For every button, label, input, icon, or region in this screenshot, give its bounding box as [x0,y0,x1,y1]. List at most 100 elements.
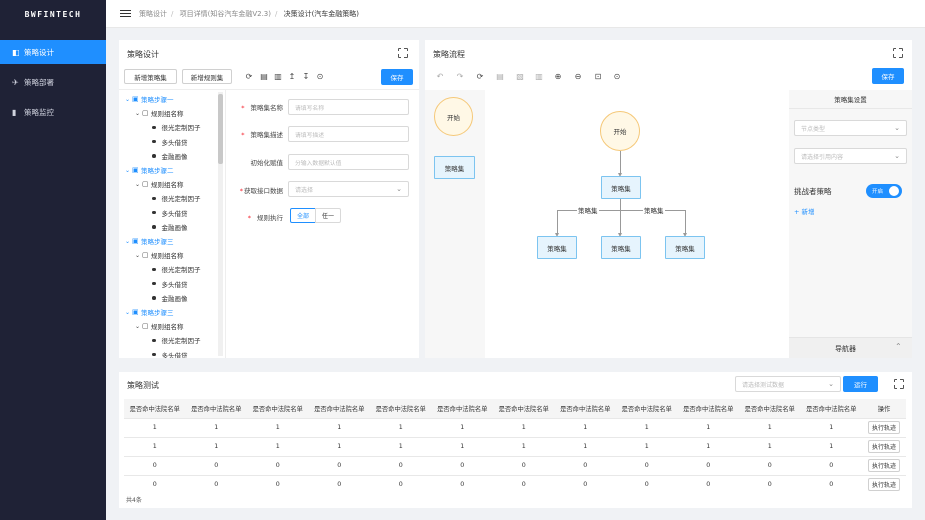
tree-leaf[interactable]: 多头借贷 [152,137,188,147]
description-input[interactable]: 请填写描述 [288,126,409,142]
move-down-icon[interactable]: ↧ [301,72,311,81]
reference-select[interactable]: 请选择引用内容 ⌄ [794,148,907,164]
interface-data-select[interactable]: 请选择 ⌄ [288,181,409,197]
tree-group[interactable]: ⌄ ▢ 规则组名称 [135,108,184,118]
paste-icon[interactable]: ▧ [515,72,525,81]
delete-icon[interactable]: ▥ [273,72,283,81]
refresh-icon[interactable]: ⟳ [475,72,485,81]
edge-label[interactable]: 策略集 [643,205,665,215]
table-cell: 0 [247,456,309,476]
copy-icon[interactable]: ▤ [495,72,505,81]
trace-button[interactable]: 执行轨迹 [867,459,900,472]
edge-label[interactable]: 策略集 [577,205,599,215]
tree-group[interactable]: ⌄ ▢ 规则组名称 [135,179,184,189]
tree-group[interactable]: ⌄ ▢ 规则组名称 [135,321,184,331]
tree-step[interactable]: ⌄ ▣ 策略步骤三 [125,307,174,317]
column-header: 是否命中法院名单 [247,399,309,419]
trace-button[interactable]: 执行轨迹 [867,421,900,434]
add-link[interactable]: + 新增 [794,206,815,216]
table-cell: 1 [493,418,555,438]
tree-scrollbar-thumb[interactable] [218,94,223,164]
new-rule-set-button[interactable]: 新增规则集 [182,69,232,84]
folder-icon: ▣ [132,308,139,316]
table-cell: 0 [431,456,493,476]
table-cell: 1 [616,437,678,457]
flow-child-node-2[interactable]: 策略集 [601,236,641,259]
init-value-input[interactable]: 分输入数据默认值 [288,154,409,170]
settings-title: 策略集设置 [834,96,867,104]
zoom-in-icon[interactable]: ⊕ [553,72,563,81]
test-data-select[interactable]: 请选择测试数据 ⌄ [735,376,841,392]
help-icon[interactable]: ⊙ [612,72,622,81]
description-label: * 策略集描述 [241,131,283,139]
flow-strategy-set-node[interactable]: 策略集 [601,176,641,199]
table-row: 0 0 0 0 0 0 0 0 0 0 0 0 执行轨迹 [124,456,906,476]
table-cell: 0 [493,456,555,476]
palette-strategy-set-node[interactable]: 策略集 [434,156,475,179]
nav-item-strategy-deploy[interactable]: ✈ 策略部署 [0,70,106,94]
flow-child-node-3[interactable]: 策略集 [665,236,705,259]
fullscreen-icon[interactable] [397,47,409,59]
nav-item-strategy-design[interactable]: ◧ 策略设计 [0,40,106,64]
tree-leaf[interactable]: 多头借贷 [152,350,188,358]
flow-start-node[interactable]: 开始 [600,111,640,151]
tree-leaf[interactable]: 金融画像 [152,293,188,303]
trace-button[interactable]: 执行轨迹 [867,478,900,491]
delete-icon[interactable]: ▥ [534,72,544,81]
flow-child-node-1[interactable]: 策略集 [537,236,577,259]
tree-leaf[interactable]: 很光定制因子 [152,122,201,132]
table-cell: 1 [185,418,247,438]
exec-any-radio[interactable]: 任一 [315,208,341,223]
table-cell: 1 [308,437,370,457]
refresh-icon[interactable]: ⟳ [244,72,254,81]
tree-step[interactable]: ⌄ ▣ 策略步骤一 [125,94,174,104]
column-header: 是否命中法院名单 [370,399,432,419]
nav-item-strategy-monitor[interactable]: ▮ 策略监控 [0,100,106,124]
chevron-up-icon[interactable]: ⌃ [895,342,902,351]
challenger-toggle[interactable]: 开启 [866,184,902,198]
file-icon: ▢ [142,180,149,189]
tree-step[interactable]: ⌄ ▣ 策略步骤三 [125,236,174,246]
column-header: 是否命中法院名单 [431,399,493,419]
undo-icon[interactable]: ↶ [435,72,445,81]
run-button[interactable]: 运行 [843,376,878,392]
tree-leaf[interactable]: 金融画像 [152,222,188,232]
save-button[interactable]: 保存 [872,68,904,84]
tree-leaf[interactable]: 很光定制因子 [152,193,201,203]
copy-icon[interactable]: ▤ [259,72,269,81]
fullscreen-icon[interactable] [893,378,905,390]
bullet-icon [152,125,156,130]
redo-icon[interactable]: ↷ [455,72,465,81]
column-header: 是否命中法院名单 [677,399,739,419]
palette-start-node[interactable]: 开始 [434,97,473,136]
new-strategy-set-button[interactable]: 新增策略集 [124,69,177,84]
save-button[interactable]: 保存 [381,69,413,85]
breadcrumb-item[interactable]: 项目详情(知谷汽车金融V2.3) [180,10,271,18]
breadcrumb-item[interactable]: 策略设计 [139,10,167,18]
exec-all-radio[interactable]: 全部 [290,208,316,223]
tree-leaf[interactable]: 金融画像 [152,151,188,161]
tree-group[interactable]: ⌄ ▢ 规则组名称 [135,250,184,260]
node-type-select[interactable]: 节点类型 ⌄ [794,120,907,136]
menu-icon[interactable] [120,9,131,18]
table-cell: 0 [431,475,493,492]
bullet-icon [152,210,156,215]
navigator-bar[interactable]: 导航器 ⌃ [789,337,912,358]
fullscreen-icon[interactable] [892,47,904,59]
help-icon[interactable]: ⊙ [315,72,325,81]
name-input[interactable]: 请填写名称 [288,99,409,115]
table-cell: 1 [431,437,493,457]
move-up-icon[interactable]: ↥ [287,72,297,81]
settings-panel: 策略集设置 节点类型 ⌄ 请选择引用内容 ⌄ 挑战者策略 开启 + 新增 导航器 ⌃ [789,90,912,358]
tree-step[interactable]: ⌄ ▣ 策略步骤二 [125,165,174,175]
file-icon: ▢ [142,109,149,118]
fit-view-icon[interactable]: ⊡ [593,72,603,81]
zoom-out-icon[interactable]: ⊖ [573,72,583,81]
tree-leaf[interactable]: 多头借贷 [152,208,188,218]
table-cell: 1 [431,418,493,438]
tree-leaf[interactable]: 很光定制因子 [152,335,201,345]
tree-leaf[interactable]: 多头借贷 [152,279,188,289]
trace-button[interactable]: 执行轨迹 [867,440,900,453]
folder-icon: ▣ [132,95,139,103]
tree-leaf[interactable]: 很光定制因子 [152,264,201,274]
